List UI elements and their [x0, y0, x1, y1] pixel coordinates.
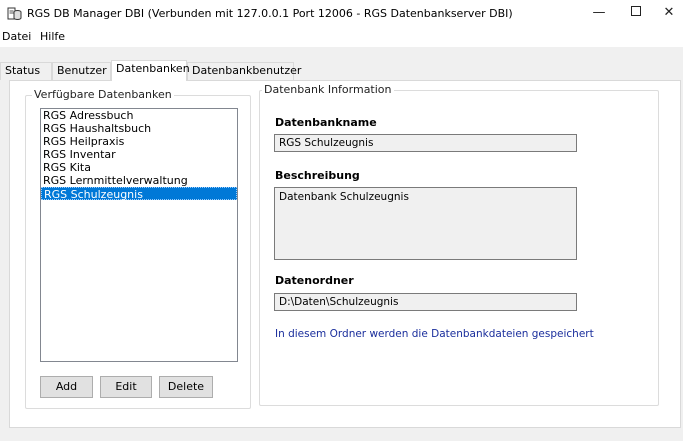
list-item-selected[interactable]: RGS Schulzeugnis: [41, 187, 237, 201]
database-name-label: Datenbankname: [275, 116, 377, 129]
list-item[interactable]: RGS Inventar: [41, 148, 237, 161]
data-folder-field[interactable]: D:\Daten\Schulzeugnis: [274, 293, 577, 311]
list-item[interactable]: RGS Kita: [41, 161, 237, 174]
description-label: Beschreibung: [275, 169, 360, 182]
data-folder-hint: In diesem Ordner werden die Datenbankdat…: [275, 328, 594, 340]
tab-status[interactable]: Status: [0, 62, 52, 80]
maximize-icon: [631, 6, 641, 16]
title-bar: RGS DB Manager DBI (Verbunden mit 127.0.…: [0, 0, 683, 27]
menu-hilfe[interactable]: Hilfe: [40, 30, 65, 43]
tab-benutzer[interactable]: Benutzer: [52, 62, 111, 80]
databases-group-legend: Verfügbare Datenbanken: [32, 88, 174, 101]
window-title: RGS DB Manager DBI (Verbunden mit 127.0.…: [27, 7, 513, 20]
databases-listbox[interactable]: RGS Adressbuch RGS Haushaltsbuch RGS Hei…: [40, 108, 238, 362]
app-database-icon: [7, 6, 22, 21]
add-button[interactable]: Add: [40, 376, 93, 398]
list-item[interactable]: RGS Haushaltsbuch: [41, 122, 237, 135]
menu-bar: Datei Hilfe: [0, 27, 683, 47]
description-field[interactable]: Datenbank Schulzeugnis: [274, 187, 577, 260]
tab-strip: Status Benutzer Datenbanken Datenbankben…: [0, 60, 683, 81]
maximize-button[interactable]: [617, 0, 655, 27]
minimize-button[interactable]: —: [580, 0, 618, 27]
tab-datenbankbenutzer[interactable]: Datenbankbenutzer: [187, 62, 301, 80]
list-item[interactable]: RGS Adressbuch: [41, 109, 237, 122]
delete-button[interactable]: Delete: [159, 376, 213, 398]
database-name-field[interactable]: RGS Schulzeugnis: [274, 134, 577, 152]
list-item[interactable]: RGS Heilpraxis: [41, 135, 237, 148]
list-item[interactable]: RGS Lernmittelverwaltung: [41, 174, 237, 187]
data-folder-label: Datenordner: [275, 274, 354, 287]
close-button[interactable]: ✕: [655, 0, 683, 27]
status-bar: [0, 428, 683, 441]
menu-datei[interactable]: Datei: [2, 30, 31, 43]
edit-button[interactable]: Edit: [100, 376, 152, 398]
tab-datenbanken[interactable]: Datenbanken: [111, 60, 190, 81]
database-info-group-legend: Datenbank Information: [262, 83, 394, 96]
